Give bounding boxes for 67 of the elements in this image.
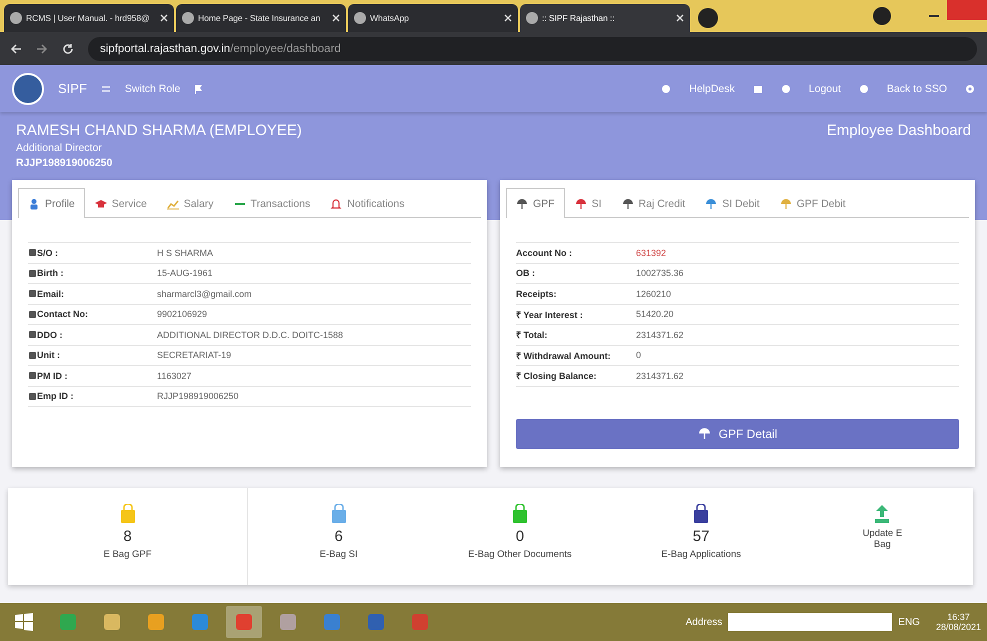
field-value: H S SHARMA <box>157 248 214 258</box>
tab[interactable]: Service <box>84 189 157 217</box>
field-value: 1260210 <box>636 288 672 299</box>
field-value: SECRETARIAT-19 <box>157 350 232 360</box>
switch-role-link[interactable]: Switch Role <box>124 82 180 94</box>
tab[interactable]: GPF Debit <box>770 189 856 217</box>
field-label: ₹ Year Interest : <box>516 308 584 321</box>
nav-link[interactable]: HelpDesk <box>689 82 735 94</box>
field-value: 0 <box>636 350 642 360</box>
tab[interactable]: Profile <box>18 188 85 218</box>
field-label: ₹ Closing Balance: <box>516 370 598 382</box>
field-label: DDO : <box>37 330 64 340</box>
field-label: OB : <box>516 268 536 278</box>
update-link[interactable]: Update E Bag <box>862 528 902 550</box>
count: 0 <box>516 528 524 545</box>
field-label: Receipts: <box>516 288 558 299</box>
tab[interactable]: Notifications <box>320 189 414 217</box>
count: 6 <box>334 528 343 545</box>
ebag-label: E-Bag Other Documents <box>468 549 572 560</box>
field-label: Birth : <box>37 268 64 278</box>
tab[interactable]: SI Debit <box>695 189 770 217</box>
tab[interactable]: GPF <box>506 188 565 218</box>
field-value: 1163027 <box>157 370 192 381</box>
nav-link[interactable]: Logout <box>808 82 841 94</box>
employee-name: RAMESH CHAND SHARMA (EMPLOYEE) <box>16 122 303 139</box>
employee-id: RJJP198919006250 <box>16 157 114 169</box>
field-value: 9902106929 <box>157 309 208 320</box>
brand-name: SIPF <box>58 81 87 96</box>
field-value: 2314371.62 <box>636 370 684 381</box>
tab[interactable]: Raj Credit <box>612 189 696 217</box>
browser-tab[interactable]: Home Page - State Insurance an <box>176 4 346 32</box>
field-label: Email: <box>37 288 66 299</box>
field-value: 15-AUG-1961 <box>157 268 213 278</box>
field-label: Account No : <box>516 248 573 258</box>
field-value: 2314371.62 <box>636 330 684 340</box>
field-value: ADDITIONAL DIRECTOR D.D.C. DOITC-1588 <box>157 330 344 340</box>
count: 8 <box>123 528 132 545</box>
nav-link[interactable]: Back to SSO <box>886 82 947 94</box>
ebag-label: E-Bag SI <box>320 549 358 560</box>
field-label: ₹ Total: <box>516 329 548 342</box>
field-label: Emp ID : <box>37 391 75 402</box>
tab[interactable]: Transactions <box>224 189 320 217</box>
gpf-detail-button[interactable]: GPF Detail <box>516 418 959 448</box>
field-value: RJJP198919006250 <box>157 391 239 402</box>
field-label: Unit : <box>37 350 61 360</box>
tab[interactable]: Salary <box>156 189 224 217</box>
clock[interactable]: 16:37 28/08/2021 <box>936 612 981 632</box>
browser-tab[interactable]: RCMS | User Manual. - hrd958@ <box>4 4 174 32</box>
ebag-label: E-Bag Applications <box>661 549 741 560</box>
tab[interactable]: SI <box>564 189 612 217</box>
designation: Additional Director <box>16 142 103 154</box>
field-label: Contact No: <box>37 309 89 320</box>
field-value: 51420.20 <box>636 309 674 320</box>
ebag-label: E Bag GPF <box>103 549 152 560</box>
field-label: PM ID : <box>37 370 68 381</box>
field-label: ₹ Withdrawal Amount: <box>516 350 612 362</box>
field-value: 1002735.36 <box>636 268 684 278</box>
language-indicator[interactable]: ENG <box>898 616 920 628</box>
count: 57 <box>692 528 710 545</box>
field-value: 631392 <box>636 248 666 258</box>
field-value: sharmarcl3@gmail.com <box>157 288 252 299</box>
address-field[interactable]: sipfportal.rajasthan.gov.in/employee/dashboard <box>88 36 977 60</box>
page-title: Employee Dashboard <box>826 122 971 139</box>
browser-tab[interactable]: :: SIPF Rajasthan :: <box>520 4 690 32</box>
browser-tab[interactable]: WhatsApp <box>348 4 518 32</box>
address-label: Address <box>686 616 722 628</box>
field-label: S/O : <box>37 248 60 258</box>
